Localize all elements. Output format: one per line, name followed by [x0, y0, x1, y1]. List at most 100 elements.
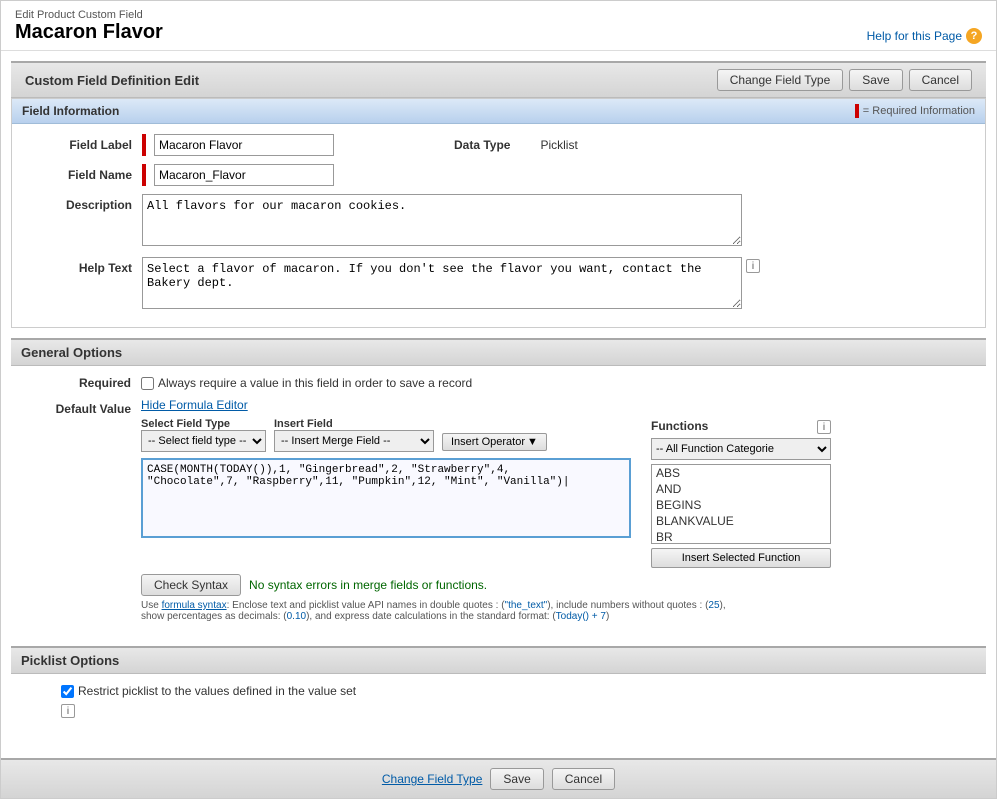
bottom-toolbar: Change Field Type Save Cancel: [1, 758, 996, 798]
help-text-wrapper: Select a flavor of macaron. If you don't…: [142, 257, 965, 309]
cancel-button-top[interactable]: Cancel: [909, 69, 972, 91]
general-options-section: General Options Required Always require …: [11, 338, 986, 636]
required-field: Always require a value in this field in …: [141, 376, 966, 390]
formula-controls: Select Field Type -- Select field type -…: [141, 418, 631, 452]
cancel-button-bottom[interactable]: Cancel: [552, 768, 615, 790]
functions-label: Functions: [651, 419, 708, 433]
picklist-restrict-checkbox[interactable]: [61, 685, 74, 698]
page-wrapper: Edit Product Custom Field Macaron Flavor…: [0, 0, 997, 799]
field-label-field: Data Type Picklist: [142, 134, 965, 156]
insert-operator-arrow: ▼: [527, 436, 538, 448]
required-checkbox-text: Always require a value in this field in …: [158, 376, 472, 390]
page-title: Macaron Flavor: [15, 21, 163, 44]
field-info-section: Field Information = Required Information…: [11, 98, 986, 328]
help-text-textarea[interactable]: Select a flavor of macaron. If you don't…: [142, 257, 742, 309]
help-link[interactable]: Help for this Page ?: [867, 28, 982, 44]
default-value-row: Default Value Hide Formula Editor Select…: [31, 398, 966, 622]
field-name-label: Field Name: [32, 164, 142, 182]
required-bar-icon: [855, 104, 859, 118]
field-info-title: Field Information: [22, 104, 119, 118]
select-field-type-label: Select Field Type: [141, 418, 266, 430]
page-header-left: Edit Product Custom Field Macaron Flavor: [15, 9, 163, 44]
function-item-begins[interactable]: BEGINS: [652, 497, 830, 513]
check-syntax-button[interactable]: Check Syntax: [141, 574, 241, 596]
help-link-text: Help for this Page: [867, 29, 962, 43]
picklist-restrict-text: Restrict picklist to the values defined …: [78, 684, 356, 698]
formula-syntax-link[interactable]: formula syntax: [162, 600, 227, 611]
help-text-label: Help Text: [32, 257, 142, 275]
insert-field-dropdown[interactable]: -- Insert Merge Field --: [274, 430, 434, 452]
insert-operator-label: Insert Operator: [451, 436, 525, 448]
field-name-input[interactable]: [154, 164, 334, 186]
description-label: Description: [32, 194, 142, 212]
hide-formula-link[interactable]: Hide Formula Editor: [141, 398, 248, 412]
default-value-field: Hide Formula Editor Select Field Type --…: [141, 398, 966, 622]
field-name-required-bar: [142, 164, 146, 186]
field-name-input-wrapper: [142, 164, 965, 186]
functions-header: Functions i: [651, 418, 831, 434]
function-item-blankvalue[interactable]: BLANKVALUE: [652, 513, 830, 529]
general-options-body: Required Always require a value in this …: [11, 366, 986, 636]
picklist-header: Picklist Options: [11, 646, 986, 674]
formula-textarea[interactable]: CASE(MONTH(TODAY()),1, "Gingerbread",2, …: [141, 458, 631, 538]
default-value-label: Default Value: [31, 398, 141, 416]
picklist-body: Restrict picklist to the values defined …: [11, 674, 986, 728]
function-item-and[interactable]: AND: [652, 481, 830, 497]
page-header: Edit Product Custom Field Macaron Flavor…: [1, 1, 996, 51]
required-legend-text: = Required Information: [863, 105, 975, 117]
insert-selected-function-button[interactable]: Insert Selected Function: [651, 548, 831, 568]
insert-field-group: Insert Field -- Insert Merge Field --: [274, 418, 434, 452]
picklist-restrict-label: Restrict picklist to the values defined …: [61, 684, 356, 698]
general-options-header: General Options: [11, 338, 986, 366]
field-label-input-wrapper: [142, 134, 334, 156]
field-name-row: Field Name: [32, 164, 965, 186]
functions-panel: Functions i -- All Function Categorie AB…: [651, 418, 831, 568]
functions-list: ABS AND BEGINS BLANKVALUE BR CASE: [651, 464, 831, 544]
data-type-value: Picklist: [540, 138, 577, 152]
picklist-section: Picklist Options Restrict picklist to th…: [11, 646, 986, 728]
description-field: All flavors for our macaron cookies.: [142, 194, 965, 249]
change-field-type-link-bottom[interactable]: Change Field Type: [382, 772, 483, 786]
description-row: Description All flavors for our macaron …: [32, 194, 965, 249]
formula-editor-area: Select Field Type -- Select field type -…: [141, 418, 966, 568]
help-text-info-icon[interactable]: i: [746, 259, 760, 273]
select-field-type-dropdown[interactable]: -- Select field type --: [141, 430, 266, 452]
help-icon: ?: [966, 28, 982, 44]
help-text-row: Help Text Select a flavor of macaron. If…: [32, 257, 965, 309]
data-type-wrapper: Data Type Picklist: [454, 138, 578, 152]
description-textarea[interactable]: All flavors for our macaron cookies.: [142, 194, 742, 246]
picklist-restrict-row: Restrict picklist to the values defined …: [61, 684, 966, 698]
field-label-label: Field Label: [32, 134, 142, 152]
formula-left: Select Field Type -- Select field type -…: [141, 418, 631, 568]
field-label-row: Field Label Data Type Picklist: [32, 134, 965, 156]
data-type-label: Data Type: [454, 138, 510, 152]
picklist-info-icon[interactable]: i: [61, 704, 75, 718]
functions-category-dropdown[interactable]: -- All Function Categorie: [651, 438, 831, 460]
save-button-top[interactable]: Save: [849, 69, 902, 91]
field-label-input[interactable]: [154, 134, 334, 156]
field-name-field: [142, 164, 965, 186]
insert-field-label: Insert Field: [274, 418, 434, 430]
function-item-br[interactable]: BR: [652, 529, 830, 544]
required-legend: = Required Information: [855, 104, 975, 118]
top-toolbar: Change Field Type Save Cancel: [717, 69, 972, 91]
insert-operator-button[interactable]: Insert Operator ▼: [442, 433, 547, 451]
general-options-title: General Options: [21, 345, 122, 360]
save-button-bottom[interactable]: Save: [490, 768, 543, 790]
functions-info-icon[interactable]: i: [817, 420, 831, 434]
picklist-title: Picklist Options: [21, 653, 119, 668]
check-syntax-row: Check Syntax No syntax errors in merge f…: [141, 574, 966, 596]
required-checkbox-label: Always require a value in this field in …: [141, 376, 966, 390]
section-title: Custom Field Definition Edit: [25, 73, 199, 88]
field-label-required-bar: [142, 134, 146, 156]
field-info-body: Field Label Data Type Picklist: [12, 124, 985, 327]
required-checkbox[interactable]: [141, 377, 154, 390]
edit-label: Edit Product Custom Field: [15, 9, 163, 21]
formula-hint: Use formula syntax: Enclose text and pic…: [141, 600, 741, 622]
select-field-type-group: Select Field Type -- Select field type -…: [141, 418, 266, 452]
data-type-row: Data Type Picklist: [142, 134, 965, 156]
function-item-abs[interactable]: ABS: [652, 465, 830, 481]
change-field-type-button-top[interactable]: Change Field Type: [717, 69, 844, 91]
main-content: Custom Field Definition Edit Change Fiel…: [1, 51, 996, 738]
required-row: Required Always require a value in this …: [31, 376, 966, 390]
